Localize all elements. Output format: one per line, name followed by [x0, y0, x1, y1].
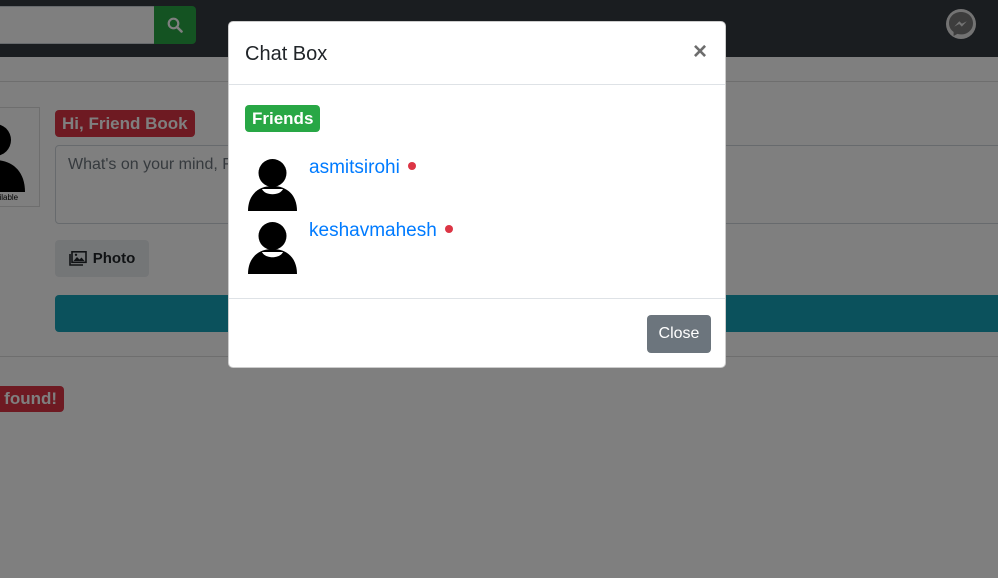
friend-username-link[interactable]: keshavmahesh: [309, 220, 453, 242]
friend-list-item[interactable]: keshavmahesh: [245, 218, 685, 274]
close-button[interactable]: Close: [647, 315, 711, 353]
chat-box-modal: Chat Box × Friends asmitsirohi keshavmah…: [228, 21, 726, 368]
close-icon[interactable]: ×: [693, 38, 707, 66]
friend-avatar-icon: [245, 155, 300, 211]
friends-badge: Friends: [245, 105, 321, 132]
friend-list-item[interactable]: asmitsirohi: [245, 155, 685, 211]
friend-username-link[interactable]: asmitsirohi: [309, 157, 416, 179]
offline-status-dot: [444, 224, 453, 233]
friend-avatar-icon: [245, 218, 300, 274]
modal-header: Chat Box ×: [229, 22, 725, 85]
modal-title: Chat Box: [245, 43, 328, 65]
modal-footer-divider: [229, 298, 725, 299]
offline-status-dot: [407, 161, 416, 170]
